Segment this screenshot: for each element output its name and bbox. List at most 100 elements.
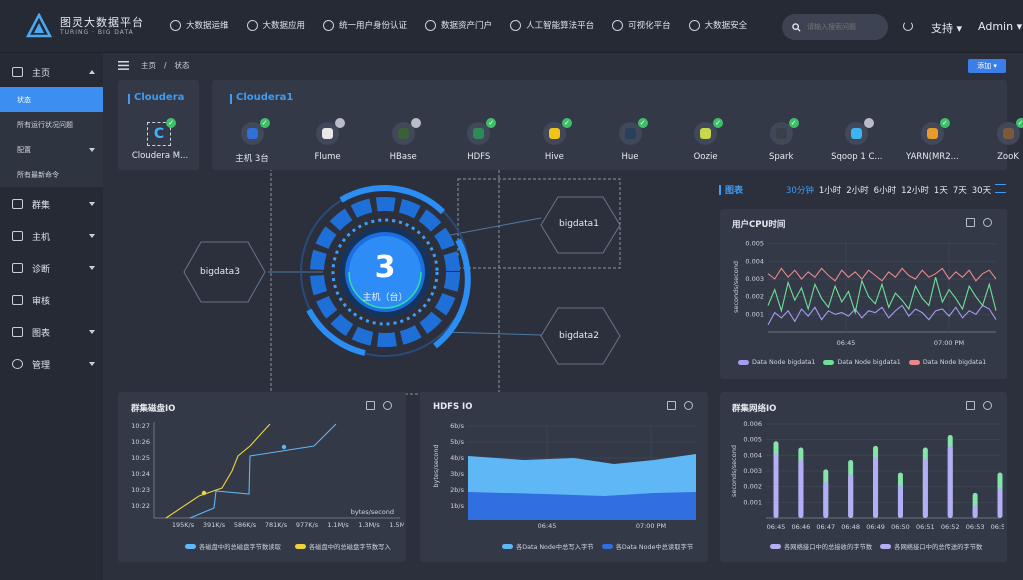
expand-icon[interactable] [966,401,975,410]
service-item[interactable]: Sqoop 1 C... [827,118,887,162]
chevron-down-icon [89,202,95,206]
add-button[interactable]: 添加 ▾ [968,59,1006,73]
time-range-selector: 30分钟 1小时 2小时 6小时 12小时 1天 7天 30天 [786,184,996,196]
status-ok-icon: ✓ [561,118,572,128]
sidebar-item-admin[interactable]: 管理 [0,356,103,372]
x-tick-label: 977K/s [296,521,319,529]
time-range-option[interactable]: 7天 [953,184,967,196]
network-io-chart: 0.006 0.005 0.004 0.003 0.002 0.001 seconds/se… [730,420,1004,531]
x-tick-label: 06:52 [941,523,960,531]
service-icon: ✓ [542,118,572,145]
y-tick-label: 0.005 [745,240,764,248]
expand-icon[interactable] [366,401,375,410]
service-logo-icon [1002,128,1014,139]
audit-icon [12,295,23,305]
service-logo-icon [926,128,938,139]
bar [947,445,953,518]
expand-icon[interactable] [667,401,676,410]
time-range-option[interactable]: 12小时 [901,184,929,196]
gear-icon[interactable] [684,401,693,410]
time-range-option[interactable]: 6小时 [874,184,896,196]
legend-swatch [601,544,613,549]
list-view-icon[interactable] [995,184,1006,193]
chart-actions [358,401,392,410]
topnav-item-bigdata-apps[interactable]: 大数据应用 [246,19,305,31]
top-nav: 大数据运维 大数据应用 统一用户身份认证 数据资产门户 人工智能算法平台 可视化… [170,19,765,31]
service-name: Flume [314,152,341,162]
time-range-option[interactable]: 1小时 [819,184,841,196]
sidebar-sub-config[interactable]: 配置 [0,137,103,162]
disk-io-title: 群集磁盘IO [131,404,176,414]
network-io-title: 群集网络IO [732,404,777,414]
sidebar-item-audit[interactable]: 审核 [0,292,103,308]
gear-icon[interactable] [983,218,992,227]
sidebar-sub-recent-commands[interactable]: 所有最新命令 [0,162,103,187]
sidebar-item-hosts[interactable]: 主机 [0,228,103,244]
support-menu[interactable]: 支持 ▾ [931,20,962,36]
network-io-legend: 各网络接口中的总接收的字节数 各网络接口中的总传送的字节数 [770,542,982,551]
service-item[interactable]: ✓ Oozie [676,118,736,162]
sidebar-sub-status[interactable]: 状态 [0,87,103,112]
y-tick-label: 0.005 [743,436,762,444]
service-item[interactable]: ✓ 主机 3台 [222,118,282,164]
service-name: 主机 3台 [235,154,269,164]
cloudera-manager-icon[interactable]: C ✓ [147,118,176,146]
time-range-option[interactable]: 30分钟 [786,184,814,196]
topnav-item-data-assets[interactable]: 数据资产门户 [425,19,492,31]
expand-icon[interactable] [966,218,975,227]
time-range-option[interactable]: 1天 [934,184,948,196]
bar [922,458,928,518]
topnav-item-ai-platform[interactable]: 人工智能算法平台 [510,19,594,31]
search-box[interactable] [782,14,888,40]
user-menu[interactable]: Admin ▾ [978,20,1022,33]
topnav-item-visualization[interactable]: 可视化平台 [612,19,671,31]
topnav-item-bigdata-ops[interactable]: 大数据运维 [170,19,229,31]
time-range-option[interactable]: 2小时 [846,184,868,196]
service-item[interactable]: ✓ HDFS [449,118,509,162]
legend-swatch [294,544,306,549]
gear-icon[interactable] [383,401,392,410]
sidebar-item-charts[interactable]: 图表 [0,324,103,340]
breadcrumb-home[interactable]: 主页 [141,60,156,71]
sidebar-item-clusters[interactable]: 群集 [0,196,103,212]
cpu-chart: 0.0060.0050.0040.0030.0020.001seconds/se… [732,240,997,347]
service-item[interactable]: HBase [373,118,433,162]
home-icon [12,67,23,77]
gear-icon [12,359,23,369]
topnav-item-security[interactable]: 大数据安全 [688,19,747,31]
service-item[interactable]: ✓ Hive [524,118,584,162]
search-input[interactable] [807,23,877,31]
service-logo-icon [473,128,485,139]
service-name: YARN(MR2... [906,152,959,162]
chevron-down-icon [89,234,95,238]
service-item[interactable]: ✓ ZooK [978,118,1023,162]
sidebar-item-diagnostics[interactable]: 诊断 [0,260,103,276]
service-logo-icon [548,128,560,139]
service-item[interactable]: ✓ Hue [600,118,660,162]
service-icon: ✓ [240,118,270,145]
service-item[interactable]: ✓ Spark [751,118,811,162]
service-item[interactable]: Flume [298,118,358,162]
legend-swatch [823,360,835,365]
topnav-item-identity[interactable]: 统一用户身份认证 [323,19,407,31]
x-tick-label: 1.5M/s [389,521,404,529]
time-range-option[interactable]: 30天 [972,184,991,196]
cpu-chart-legend: Data Node bigdata1 Data Node bigdata1 Da… [738,359,986,366]
y-tick-label: 0.006 [743,420,762,428]
gear-icon[interactable] [983,401,992,410]
status-ok-icon: ✓ [713,118,724,128]
menu-toggle-icon[interactable] [118,61,129,70]
refresh-icon[interactable] [903,21,913,31]
search-icon [792,22,801,32]
sidebar-item-home[interactable]: 主页 [0,64,103,80]
service-item[interactable]: ✓ YARN(MR2... [902,118,962,162]
chart-actions [958,401,992,410]
check-shield-icon [612,19,624,31]
sidebar-sub-health-issues[interactable]: 所有运行状况问题 [0,112,103,137]
y-tick-label: 10:23 [131,486,150,494]
charts-section-title: 图表 [718,183,743,196]
y-tick-label: 0.003 [745,275,764,283]
service-name: Spark [768,152,794,162]
data-point [281,444,287,450]
x-tick-label: 06:45 [538,522,557,530]
